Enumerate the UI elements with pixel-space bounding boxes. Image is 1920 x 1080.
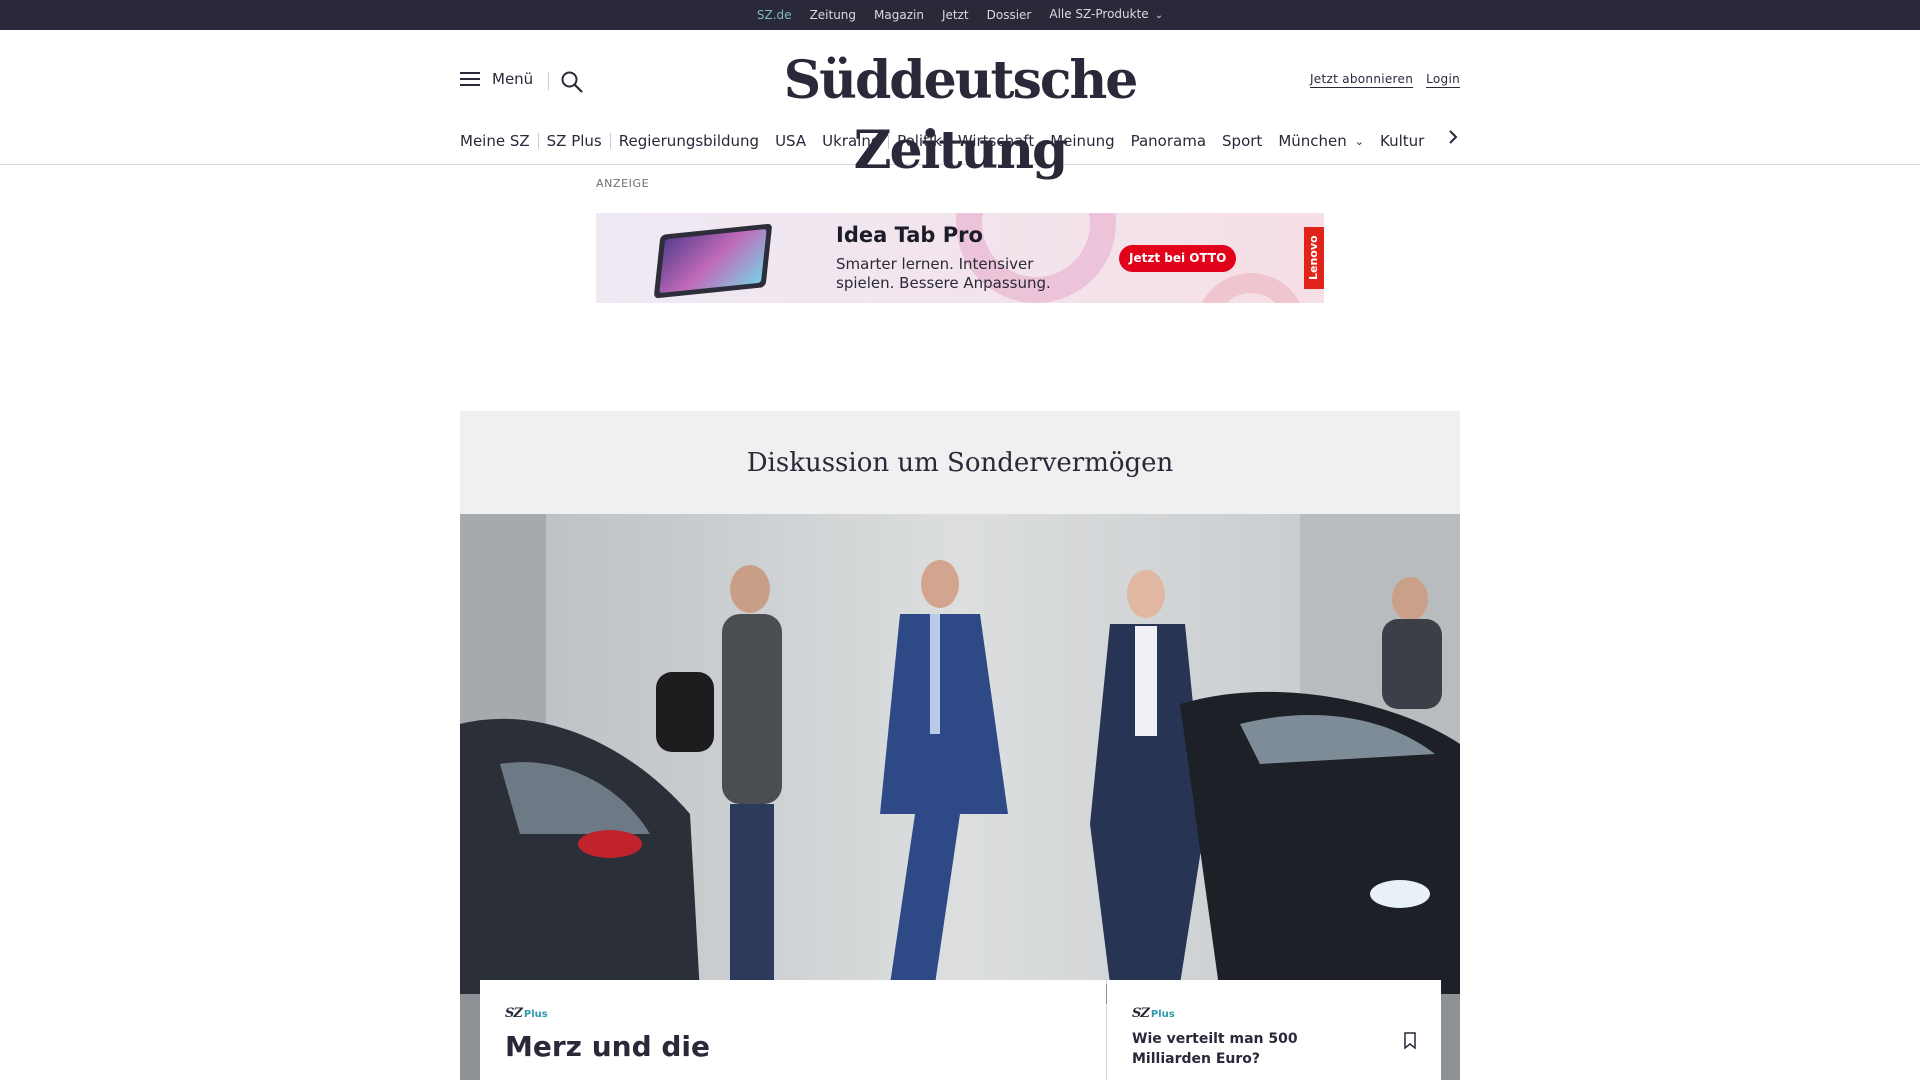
sz-plus-badge: SZ Plus xyxy=(1132,1006,1416,1021)
nav-item-kultur[interactable]: Kultur xyxy=(1372,132,1432,150)
login-link[interactable]: Login xyxy=(1426,72,1460,86)
nav-item-muenchen[interactable]: München ⌄ xyxy=(1270,132,1372,150)
top-service-links: SZ.de Zeitung Magazin Jetzt Dossier Alle… xyxy=(0,0,1920,30)
topic-header: Diskussion um Sondervermögen xyxy=(460,411,1460,514)
topic-title[interactable]: Diskussion um Sondervermögen xyxy=(747,448,1174,478)
topbar-link-szde[interactable]: SZ.de xyxy=(748,0,801,30)
ad-banner[interactable]: Idea Tab Pro Smarter lernen. Intensiver … xyxy=(596,213,1324,303)
topbar-link-alle-produkte[interactable]: Alle SZ-Produkte ⌄ xyxy=(1040,0,1172,31)
chevron-down-icon: ⌄ xyxy=(1154,10,1164,21)
nav-item-sz-plus[interactable]: SZ Plus xyxy=(539,132,610,150)
ad-decor-circle xyxy=(1196,273,1306,303)
ad-brand-logo: Lenovo xyxy=(1304,227,1324,289)
ad-title: Idea Tab Pro xyxy=(836,223,983,247)
ad-label: ANZEIGE xyxy=(596,177,650,190)
hamburger-icon xyxy=(460,71,480,87)
sz-plus-logo: SZ xyxy=(505,1006,523,1021)
search-icon xyxy=(561,71,583,93)
subscribe-link[interactable]: Jetzt abonnieren xyxy=(1310,72,1413,86)
sz-plus-logo: SZ xyxy=(1132,1006,1150,1021)
side-article-headline[interactable]: Wie verteilt man 500 Milliarden Euro? xyxy=(1132,1029,1372,1069)
topbar-link-magazin[interactable]: Magazin xyxy=(865,0,933,30)
topbar-link-jetzt[interactable]: Jetzt xyxy=(933,0,978,30)
nav-item-meine-sz[interactable]: Meine SZ xyxy=(460,132,538,150)
ad-subtitle: Smarter lernen. Intensiver spielen. Bess… xyxy=(836,255,1051,292)
sz-plus-badge: SZ Plus xyxy=(505,1006,1081,1021)
nav-item-panorama[interactable]: Panorama xyxy=(1123,132,1214,150)
sz-plus-label: Plus xyxy=(523,1009,548,1020)
bookmark-icon[interactable] xyxy=(1403,1032,1417,1050)
nav-item-politik[interactable]: Politik xyxy=(889,132,950,150)
topbar-link-alle-produkte-label: Alle SZ-Produkte xyxy=(1049,7,1149,21)
nav-item-meinung[interactable]: Meinung xyxy=(1042,132,1122,150)
tablet-image xyxy=(653,223,773,299)
ad-cta-button[interactable]: Jetzt bei OTTO xyxy=(1119,245,1237,272)
menu-button[interactable]: Menü xyxy=(460,70,533,88)
nav-item-sport[interactable]: Sport xyxy=(1214,132,1270,150)
menu-label: Menü xyxy=(492,70,534,88)
sz-plus-label: Plus xyxy=(1150,1009,1175,1020)
site-logo[interactable]: Süddeutsche Zeitung xyxy=(700,46,1220,186)
nav-scroll-right-button[interactable] xyxy=(1448,129,1458,150)
header-divider xyxy=(548,72,549,90)
chevron-right-icon xyxy=(1449,130,1458,144)
side-article-card[interactable]: SZ Plus Wie verteilt man 500 Milliarden … xyxy=(1107,980,1441,1080)
main-navigation: Meine SZ SZ Plus Regierungsbildung USA U… xyxy=(460,130,1432,152)
search-button[interactable] xyxy=(560,70,584,94)
topbar-link-dossier[interactable]: Dossier xyxy=(978,0,1041,30)
site-header: Menü Süddeutsche Zeitung Jetzt abonniere… xyxy=(0,30,1920,181)
nav-item-muenchen-label: München xyxy=(1278,132,1347,150)
lead-article-card[interactable]: SZ Plus Merz und die xyxy=(480,980,1106,1080)
topbar-link-zeitung[interactable]: Zeitung xyxy=(801,0,865,30)
nav-item-usa[interactable]: USA xyxy=(767,132,814,150)
lead-article-headline[interactable]: Merz und die xyxy=(505,1029,1081,1065)
nav-item-regierungsbildung[interactable]: Regierungsbildung xyxy=(611,132,767,150)
top-service-bar: SZ.de Zeitung Magazin Jetzt Dossier Alle… xyxy=(0,0,1920,30)
nav-item-ukraine[interactable]: Ukraine xyxy=(814,132,888,150)
chevron-down-icon: ⌄ xyxy=(1354,134,1364,148)
nav-item-wirtschaft[interactable]: Wirtschaft xyxy=(950,132,1042,150)
header-account-links: Jetzt abonnieren Login xyxy=(1310,72,1460,86)
